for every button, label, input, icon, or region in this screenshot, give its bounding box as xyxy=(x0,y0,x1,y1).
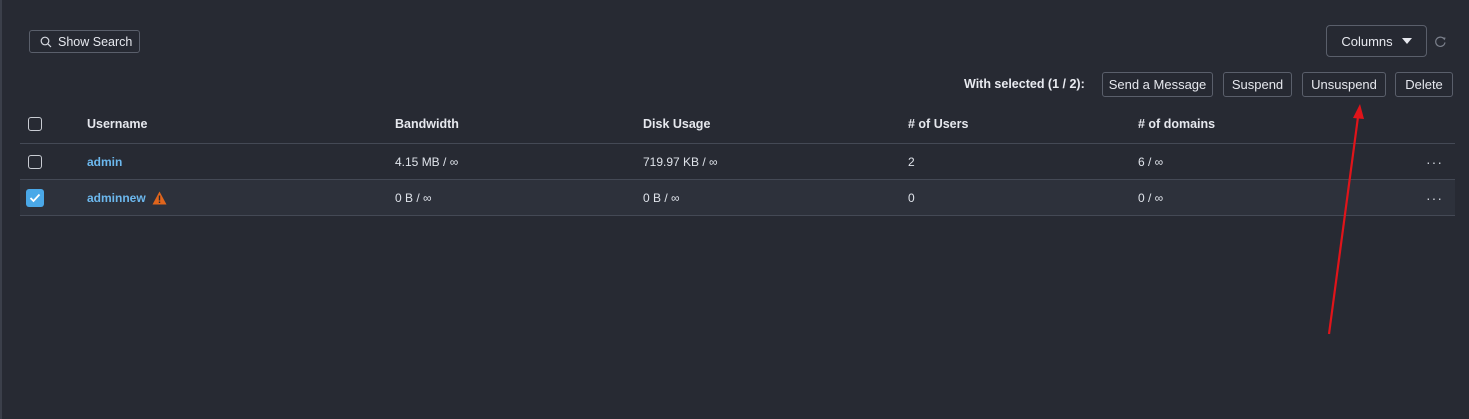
annotation-arrow xyxy=(1327,104,1364,335)
